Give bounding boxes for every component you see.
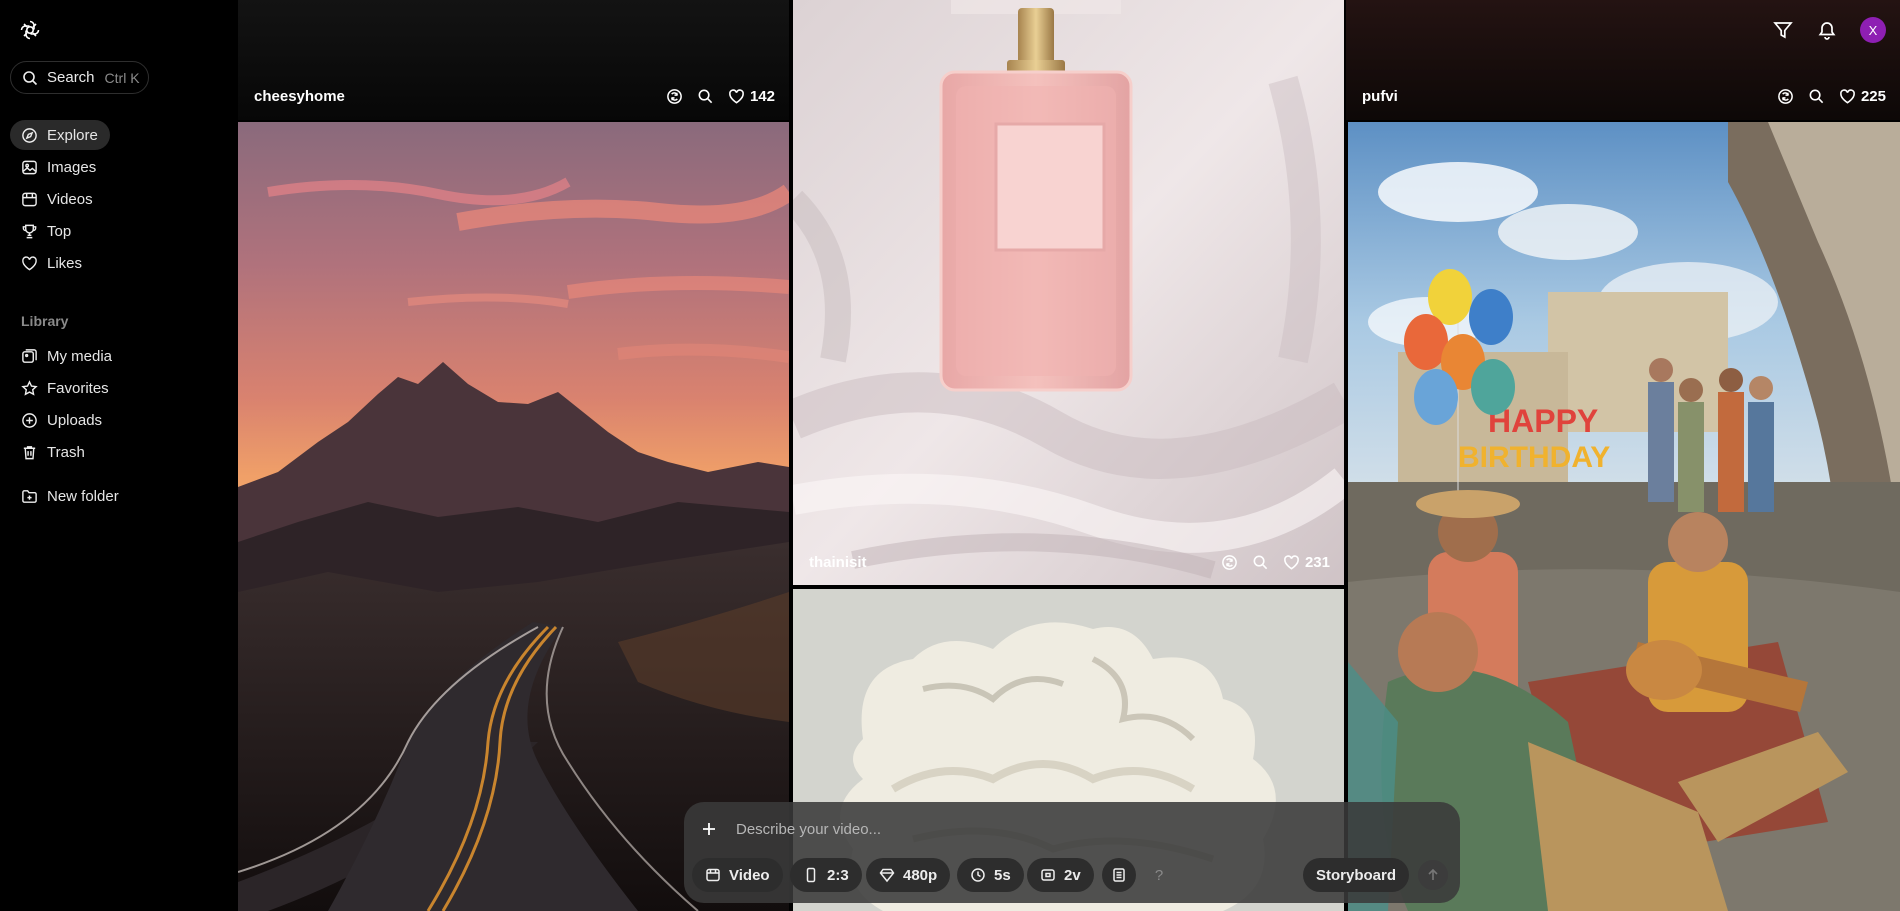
new-folder-button[interactable]: New folder: [10, 481, 131, 511]
filter-icon[interactable]: [1772, 19, 1794, 41]
sidebar-item-favorites[interactable]: Favorites: [10, 373, 121, 403]
trash-icon: [23, 445, 36, 459]
arrow-up-icon: [1428, 868, 1438, 880]
sidebar-item-label: My media: [47, 347, 113, 365]
duration-selector[interactable]: 5s: [957, 858, 1024, 892]
feed-tile-top-left[interactable]: cheesyhome 142: [238, 0, 789, 120]
document-icon: [1113, 868, 1125, 882]
heart-icon: [22, 255, 37, 270]
sidebar-item-my-media[interactable]: My media: [10, 341, 124, 371]
aspect-label: 2:3: [827, 866, 849, 884]
search-label: Search: [47, 69, 95, 86]
trophy-icon: [22, 224, 37, 238]
avatar[interactable]: X: [1860, 17, 1886, 43]
perfume-picture: [793, 0, 1344, 585]
zoom-icon[interactable]: [1808, 88, 1825, 105]
tile-info-bar: thainisit 231: [793, 542, 1344, 582]
media-icon: [22, 348, 37, 363]
tile-info-bar: pufvi 225: [1346, 76, 1900, 116]
logo-icon[interactable]: [18, 18, 42, 42]
sidebar-item-trash[interactable]: Trash: [10, 437, 97, 467]
tile-username[interactable]: thainisit: [809, 554, 1221, 571]
like-button[interactable]: 231: [1283, 554, 1330, 571]
top-right-controls: X: [1772, 17, 1886, 43]
like-count: 231: [1304, 553, 1330, 571]
sidebar-item-label: Trash: [47, 443, 85, 461]
sidebar-item-label: Top: [47, 222, 72, 240]
search-button[interactable]: Search Ctrl K: [10, 61, 149, 94]
svg-text:BIRTHDAY: BIRTHDAY: [1458, 441, 1610, 474]
variants-icon: [1041, 869, 1055, 881]
library-heading: Library: [21, 313, 69, 329]
like-button[interactable]: 142: [728, 88, 775, 105]
feed-image-mountain-road[interactable]: [238, 122, 789, 911]
compass-icon: [22, 127, 37, 143]
tile-username[interactable]: cheesyhome: [254, 88, 666, 105]
duration-label: 5s: [994, 866, 1011, 884]
feed-image-perfume[interactable]: thainisit 231: [793, 0, 1344, 585]
star-icon: [21, 379, 38, 396]
mode-label: Video: [729, 866, 770, 884]
sidebar-item-label: Likes: [47, 254, 83, 272]
sidebar: Search Ctrl K Explore Images Videos Top …: [0, 0, 237, 911]
variants-selector[interactable]: 2v: [1027, 858, 1094, 892]
heart-icon: [1840, 88, 1855, 104]
search-icon: [23, 70, 38, 85]
upload-icon: [22, 412, 37, 428]
portrait-icon: [806, 867, 816, 883]
variants-label: 2v: [1064, 866, 1081, 884]
mountain-road-picture: [238, 122, 789, 911]
video-icon: [706, 868, 720, 882]
folder-plus-icon: [22, 489, 37, 503]
zoom-icon[interactable]: [1252, 554, 1269, 571]
tile-info-bar: cheesyhome 142: [238, 76, 789, 116]
send-button[interactable]: [1418, 860, 1448, 890]
sidebar-item-label: Favorites: [47, 379, 109, 397]
sidebar-item-label: Uploads: [47, 411, 103, 429]
video-icon: [22, 192, 37, 206]
sidebar-item-top[interactable]: Top: [10, 216, 83, 246]
storyboard-preset-button[interactable]: [1102, 858, 1136, 892]
bell-icon[interactable]: [1816, 19, 1838, 41]
storyboard-label: Storyboard: [1316, 866, 1397, 884]
tile-username[interactable]: pufvi: [1362, 88, 1777, 105]
sidebar-item-label: Explore: [47, 126, 98, 144]
remix-icon[interactable]: [1777, 88, 1794, 105]
party-picture: HAPPY BIRTHDAY: [1348, 122, 1900, 911]
storyboard-button[interactable]: Storyboard: [1303, 858, 1410, 892]
search-shortcut: Ctrl K: [104, 69, 140, 86]
resolution-label: 480p: [903, 866, 938, 884]
sidebar-item-likes[interactable]: Likes: [10, 248, 94, 278]
heart-icon: [1284, 554, 1299, 570]
mode-selector[interactable]: Video: [692, 858, 783, 892]
sidebar-item-uploads[interactable]: Uploads: [10, 405, 114, 435]
sidebar-item-videos[interactable]: Videos: [10, 184, 105, 214]
prompt-composer: Video 2:3 480p 5s 2v ? Storyboard: [684, 802, 1460, 903]
heart-icon: [729, 88, 744, 104]
like-count: 142: [749, 87, 775, 105]
image-icon: [22, 160, 37, 174]
feed-image-party[interactable]: HAPPY BIRTHDAY: [1348, 122, 1900, 911]
help-label: ?: [1154, 866, 1164, 884]
resolution-selector[interactable]: 480p: [866, 858, 951, 892]
sidebar-item-label: New folder: [47, 487, 119, 505]
remix-icon[interactable]: [666, 88, 683, 105]
like-count: 225: [1860, 87, 1886, 105]
clock-icon: [971, 868, 985, 882]
aspect-ratio-selector[interactable]: 2:3: [790, 858, 862, 892]
diamond-icon: [879, 868, 895, 883]
remix-icon[interactable]: [1221, 554, 1238, 571]
zoom-icon[interactable]: [697, 88, 714, 105]
sidebar-item-explore[interactable]: Explore: [10, 120, 110, 150]
help-button[interactable]: ?: [1142, 858, 1176, 892]
sidebar-item-label: Images: [47, 158, 97, 176]
plus-icon[interactable]: [700, 820, 718, 838]
prompt-input[interactable]: [736, 816, 1336, 842]
sidebar-item-images[interactable]: Images: [10, 152, 108, 182]
like-button[interactable]: 225: [1839, 88, 1886, 105]
sidebar-item-label: Videos: [47, 190, 93, 208]
